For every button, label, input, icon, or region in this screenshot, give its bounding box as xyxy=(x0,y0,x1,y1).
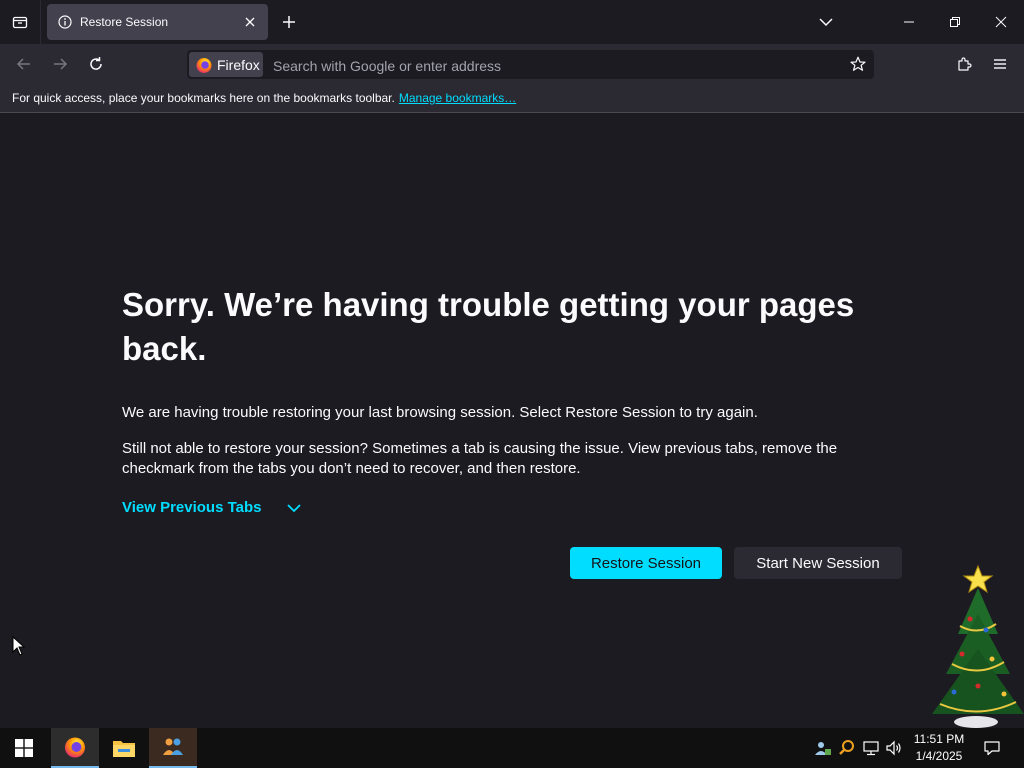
url-bar[interactable]: Firefox xyxy=(187,50,874,81)
bookmarks-toolbar: For quick access, place your bookmarks h… xyxy=(0,84,1024,113)
clock-date: 1/4/2025 xyxy=(915,749,963,763)
identity-label: Firefox xyxy=(217,56,260,73)
close-icon xyxy=(995,16,1007,28)
new-tab-button[interactable] xyxy=(277,10,301,34)
forward-arrow-icon xyxy=(54,58,68,70)
identity-box[interactable]: Firefox xyxy=(189,52,263,77)
taskbar-file-explorer[interactable] xyxy=(100,728,148,768)
chevron-down-icon xyxy=(286,503,302,513)
taskbar-firefox[interactable] xyxy=(51,728,99,768)
page-title: Sorry. We’re having trouble getting your… xyxy=(122,286,855,367)
file-explorer-icon xyxy=(113,741,135,757)
tray-network-user-icon[interactable] xyxy=(813,738,833,758)
firefox-icon xyxy=(65,737,85,758)
close-tab-icon[interactable] xyxy=(238,10,262,34)
firefox-logo-icon xyxy=(196,57,212,73)
windows-logo-icon xyxy=(15,739,33,757)
network-icon[interactable] xyxy=(861,738,881,758)
restore-window-button[interactable] xyxy=(932,0,978,44)
back-arrow-icon xyxy=(16,58,30,70)
christmas-tree-icon xyxy=(932,564,1024,728)
notification-icon xyxy=(984,741,1000,756)
extensions-button[interactable] xyxy=(948,48,980,80)
app-menu-button[interactable] xyxy=(984,48,1016,80)
minimize-button[interactable] xyxy=(886,0,932,44)
plus-icon xyxy=(283,16,295,28)
windows-taskbar: 11:51 PM 1/4/2025 xyxy=(0,728,1024,768)
star-icon xyxy=(850,56,866,71)
taskbar-clock[interactable]: 11:51 PM 1/4/2025 xyxy=(905,731,973,765)
mouse-cursor-icon xyxy=(12,636,26,656)
page-content: Sorry. We’re having trouble getting your… xyxy=(0,113,1024,728)
volume-icon[interactable] xyxy=(884,738,904,758)
info-icon xyxy=(57,14,73,30)
restore-session-button[interactable]: Restore Session xyxy=(570,547,722,579)
close-window-button[interactable] xyxy=(978,0,1024,44)
start-new-session-button[interactable]: Start New Session xyxy=(734,547,902,579)
reload-button[interactable] xyxy=(80,48,112,80)
start-button[interactable] xyxy=(0,728,48,768)
puzzle-piece-icon xyxy=(958,57,972,71)
tab-bar: Restore Session xyxy=(0,0,1024,44)
manage-bookmarks-link[interactable]: Manage bookmarks… xyxy=(399,91,516,105)
forward-button[interactable] xyxy=(44,48,76,80)
taskbar-people-app[interactable] xyxy=(149,728,197,768)
restore-window-icon xyxy=(950,17,960,27)
url-input[interactable] xyxy=(271,50,835,81)
reload-icon xyxy=(90,57,102,70)
bookmark-star-button[interactable] xyxy=(846,52,870,76)
minimize-icon xyxy=(904,21,914,23)
bookmarks-toolbar-message: For quick access, place your bookmarks h… xyxy=(12,91,395,105)
error-message-secondary: Still not able to restore your session? … xyxy=(122,440,838,477)
list-all-tabs-button[interactable] xyxy=(803,0,849,44)
back-button[interactable] xyxy=(8,48,40,80)
people-app-icon xyxy=(163,738,183,755)
chevron-down-icon xyxy=(819,18,833,27)
error-message-primary: We are having trouble restoring your las… xyxy=(122,404,758,421)
view-previous-tabs-label: View Previous Tabs xyxy=(122,499,262,516)
tab-title: Restore Session xyxy=(80,15,169,29)
clock-time: 11:51 PM xyxy=(913,732,965,746)
firefox-view-button[interactable] xyxy=(0,0,41,44)
tab-restore-session[interactable]: Restore Session xyxy=(47,4,268,40)
navigation-toolbar: Firefox xyxy=(0,44,1024,84)
hamburger-menu-icon xyxy=(994,59,1006,69)
view-previous-tabs-toggle[interactable]: View Previous Tabs xyxy=(122,499,302,516)
firefox-view-icon xyxy=(12,16,28,29)
action-center-button[interactable] xyxy=(978,728,1006,768)
tray-search-icon[interactable] xyxy=(837,738,857,758)
